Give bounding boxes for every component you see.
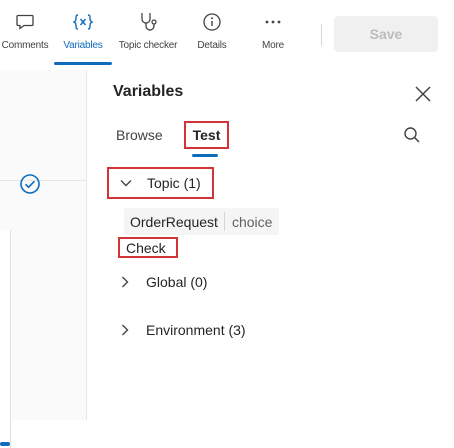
comment-icon xyxy=(15,10,35,34)
variables-icon xyxy=(72,10,94,34)
chevron-right-icon xyxy=(118,275,132,289)
active-toolbar-indicator xyxy=(54,62,112,65)
save-button[interactable]: Save xyxy=(334,16,438,52)
chevron-down-icon xyxy=(119,176,133,190)
variable-name: OrderRequest xyxy=(130,213,218,230)
search-icon[interactable] xyxy=(403,126,421,149)
topic-checker-label: Topic checker xyxy=(118,40,178,51)
check-circle-icon[interactable] xyxy=(19,173,41,200)
comments-button[interactable]: Comments xyxy=(0,10,50,62)
variables-label: Variables xyxy=(63,40,103,51)
global-section-label: Global (0) xyxy=(146,274,208,290)
more-button[interactable]: More xyxy=(255,10,291,62)
variable-chip[interactable]: OrderRequest choice xyxy=(124,208,280,235)
node-accent-bar xyxy=(0,442,10,446)
topic-checker-icon xyxy=(137,10,159,34)
topic-checker-button[interactable]: Topic checker xyxy=(114,10,182,62)
tab-test[interactable]: Test xyxy=(184,121,229,149)
variables-button[interactable]: Variables xyxy=(58,10,108,62)
details-button[interactable]: Details xyxy=(192,10,232,62)
authoring-canvas[interactable] xyxy=(0,70,86,448)
topic-section-header[interactable]: Topic (1) xyxy=(107,167,214,199)
toolbar-divider xyxy=(321,24,322,46)
environment-section-label: Environment (3) xyxy=(146,322,246,338)
active-tab-indicator xyxy=(192,154,218,157)
toolbar: Comments Variables Topic checker Details… xyxy=(0,0,454,70)
more-label: More xyxy=(262,40,284,51)
details-label: Details xyxy=(197,40,227,51)
comments-label: Comments xyxy=(1,40,49,51)
panel-divider xyxy=(86,70,87,420)
topic-section-label: Topic (1) xyxy=(147,175,201,191)
variable-value[interactable]: Check xyxy=(118,237,178,258)
node-card[interactable] xyxy=(0,230,11,448)
global-section-header[interactable]: Global (0) xyxy=(118,274,207,290)
chevron-right-icon xyxy=(118,323,132,337)
environment-section-header[interactable]: Environment (3) xyxy=(118,322,246,338)
close-icon[interactable] xyxy=(414,85,432,108)
more-icon xyxy=(263,10,283,34)
variable-type: choice xyxy=(231,213,273,230)
canvas-divider xyxy=(0,180,86,181)
panel-title: Variables xyxy=(113,83,184,100)
tab-browse[interactable]: Browse xyxy=(116,127,163,143)
info-icon xyxy=(202,10,222,34)
